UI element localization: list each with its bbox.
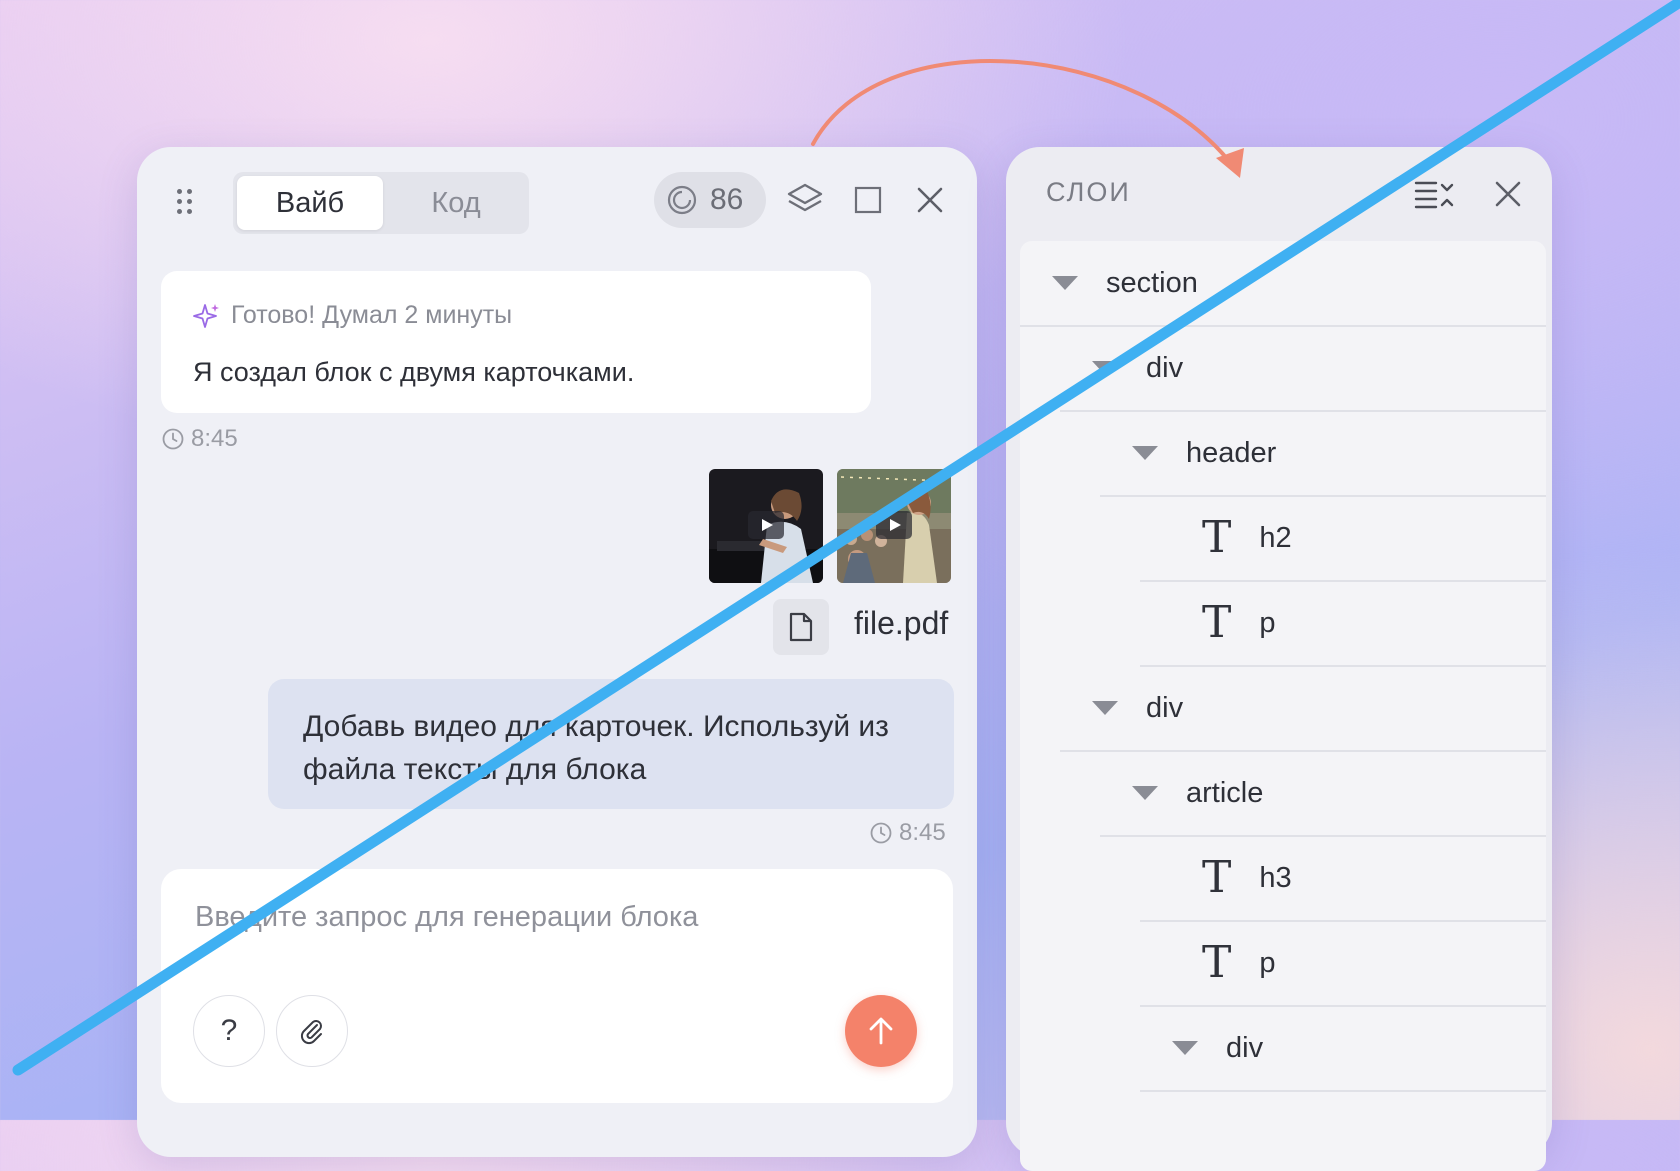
text-layer-icon: T bbox=[1202, 597, 1232, 648]
expand-triangle-icon[interactable] bbox=[1172, 1041, 1198, 1055]
expand-icon[interactable] bbox=[854, 186, 882, 214]
credits-count: 86 bbox=[710, 183, 744, 216]
layer-row-div[interactable]: div bbox=[1060, 326, 1546, 412]
expand-triangle-icon[interactable] bbox=[1092, 701, 1118, 715]
arrow-up-icon bbox=[869, 1017, 893, 1045]
layer-label: article bbox=[1186, 776, 1264, 809]
layer-label: div bbox=[1146, 351, 1184, 384]
layer-label: h2 bbox=[1259, 521, 1292, 554]
video-thumbnail-pianist[interactable] bbox=[709, 469, 823, 583]
tab-vibe[interactable]: Вайб bbox=[237, 176, 383, 230]
layer-label: section bbox=[1106, 266, 1198, 299]
status-text: Готово! Думал 2 минуты bbox=[231, 301, 513, 329]
file-name[interactable]: file.pdf bbox=[854, 605, 948, 642]
prompt-input[interactable] bbox=[193, 891, 897, 943]
layer-row-section[interactable]: section bbox=[1020, 241, 1546, 327]
send-button[interactable] bbox=[845, 995, 917, 1067]
sparkle-icon bbox=[193, 303, 219, 328]
layer-row-p[interactable]: Tp bbox=[1140, 921, 1546, 1007]
layers-tree: section div header Th2 Tp div article Th3 Tp div bbox=[1020, 241, 1546, 1171]
mode-tabs: Вайб Код bbox=[233, 172, 529, 234]
layer-row-h2[interactable]: Th2 bbox=[1140, 496, 1546, 582]
close-icon[interactable] bbox=[1494, 180, 1522, 208]
file-icon bbox=[789, 612, 813, 642]
prompt-composer: ? bbox=[161, 869, 953, 1103]
user-message-text: Добавь видео для карточек. Используй из … bbox=[303, 710, 889, 786]
user-message: Добавь видео для карточек. Используй из … bbox=[268, 679, 954, 809]
layer-row-header[interactable]: header bbox=[1100, 411, 1546, 497]
layers-title: СЛОИ bbox=[1046, 177, 1131, 207]
layer-label: p bbox=[1259, 606, 1276, 639]
layer-label: header bbox=[1186, 436, 1277, 469]
layer-row-article[interactable]: article bbox=[1100, 751, 1546, 837]
layers-icon[interactable] bbox=[786, 181, 824, 217]
assistant-message-text: Я создал блок с двумя карточками. bbox=[193, 357, 635, 387]
expand-triangle-icon[interactable] bbox=[1092, 361, 1118, 375]
layers-panel: СЛОИ section div header Th2 Tp div article Th3 T… bbox=[1006, 147, 1552, 1171]
collapse-all-icon[interactable] bbox=[1412, 177, 1456, 213]
layer-row-div[interactable]: div bbox=[1060, 666, 1546, 752]
paperclip-icon bbox=[300, 1020, 322, 1045]
video-thumbnail-singer[interactable] bbox=[837, 469, 951, 583]
clock-icon bbox=[870, 822, 892, 844]
expand-triangle-icon[interactable] bbox=[1132, 786, 1158, 800]
file-attachment-button[interactable] bbox=[773, 599, 829, 655]
layer-row-h3[interactable]: Th3 bbox=[1140, 836, 1546, 922]
assistant-timestamp: 8:45 bbox=[161, 425, 238, 453]
layer-label: p bbox=[1259, 946, 1276, 979]
layer-label: div bbox=[1146, 691, 1184, 724]
attach-button[interactable] bbox=[276, 995, 348, 1067]
credits-badge[interactable]: 86 bbox=[654, 172, 766, 228]
expand-triangle-icon[interactable] bbox=[1132, 446, 1158, 460]
play-icon bbox=[876, 511, 912, 539]
thinking-status: Готово! Думал 2 минуты bbox=[193, 301, 512, 330]
clock-icon bbox=[162, 428, 184, 450]
layer-row-p[interactable]: Tp bbox=[1140, 581, 1546, 667]
help-button[interactable]: ? bbox=[193, 995, 265, 1067]
play-icon bbox=[748, 511, 784, 539]
expand-triangle-icon[interactable] bbox=[1052, 276, 1078, 290]
layer-label: div bbox=[1226, 1031, 1264, 1064]
text-layer-icon: T bbox=[1202, 512, 1232, 563]
drag-handle-icon[interactable] bbox=[175, 187, 195, 217]
layer-label: h3 bbox=[1259, 861, 1292, 894]
tab-code[interactable]: Код bbox=[383, 176, 529, 230]
text-layer-icon: T bbox=[1202, 937, 1232, 988]
credits-icon bbox=[667, 185, 697, 215]
layer-row-div[interactable]: div bbox=[1140, 1006, 1546, 1092]
close-icon[interactable] bbox=[916, 186, 944, 214]
user-timestamp: 8:45 bbox=[869, 819, 946, 847]
chat-panel: Вайб Код 86 Готово! Думал 2 минуты Я соз… bbox=[137, 147, 977, 1157]
text-layer-icon: T bbox=[1202, 852, 1232, 903]
assistant-message: Готово! Думал 2 минуты Я создал блок с д… bbox=[161, 271, 871, 413]
